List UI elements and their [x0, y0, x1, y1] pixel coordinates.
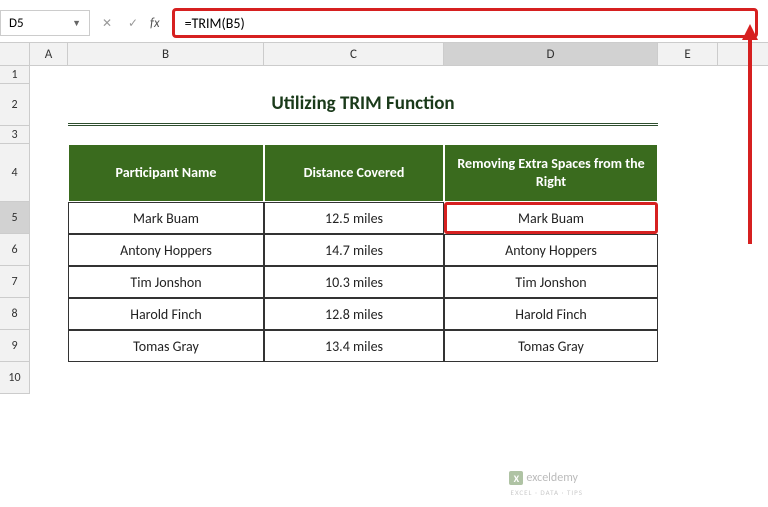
col-header-d[interactable]: D	[444, 43, 658, 65]
header-result[interactable]: Removing Extra Spaces from the Right	[444, 144, 658, 202]
cell-c8[interactable]: 12.8 miles	[264, 298, 444, 330]
cell-d5[interactable]: Mark Buam	[444, 202, 658, 234]
name-box-value: D5	[9, 16, 24, 31]
cell-a8[interactable]	[30, 298, 68, 330]
cell-a10[interactable]	[30, 362, 68, 394]
row-header-7[interactable]: 7	[0, 266, 30, 298]
cell-e5[interactable]	[658, 202, 718, 234]
col-header-e[interactable]: E	[658, 43, 718, 65]
cell-d6[interactable]: Antony Hoppers	[444, 234, 658, 266]
col-header-b[interactable]: B	[68, 43, 264, 65]
cell-d8[interactable]: Harold Finch	[444, 298, 658, 330]
cell-e8[interactable]	[658, 298, 718, 330]
cell-e10[interactable]	[658, 362, 718, 394]
col-header-a[interactable]: A	[30, 43, 68, 65]
cell-c9[interactable]: 13.4 miles	[264, 330, 444, 362]
cell-a2[interactable]	[30, 84, 68, 126]
dropdown-icon[interactable]: ▼	[72, 18, 81, 29]
cell-e3[interactable]	[658, 126, 718, 144]
formula-input[interactable]: =TRIM(B5)	[172, 8, 758, 38]
cancel-icon[interactable]: ✕	[98, 10, 116, 36]
cell-d7[interactable]: Tim Jonshon	[444, 266, 658, 298]
cell-c5[interactable]: 12.5 miles	[264, 202, 444, 234]
row-header-3[interactable]: 3	[0, 126, 30, 144]
cell-e4[interactable]	[658, 144, 718, 202]
cell-b8[interactable]: Harold Finch	[68, 298, 264, 330]
cell-e9[interactable]	[658, 330, 718, 362]
watermark-subtitle: EXCEL · DATA · TIPS	[511, 488, 583, 497]
cell-e6[interactable]	[658, 234, 718, 266]
row-2: 2 Utilizing TRIM Function	[0, 84, 768, 126]
row-7: 7 Tim Jonshon 10.3 miles Tim Jonshon	[0, 266, 768, 298]
cell-a5[interactable]	[30, 202, 68, 234]
select-all-corner[interactable]	[0, 43, 30, 65]
spreadsheet-grid: A B C D E 1 2 Utilizing TRIM Function 3	[0, 42, 768, 394]
row-header-10[interactable]: 10	[0, 362, 30, 394]
cell-b3[interactable]	[68, 126, 264, 144]
cell-a3[interactable]	[30, 126, 68, 144]
cell-b1[interactable]	[68, 66, 264, 84]
cell-d3[interactable]	[444, 126, 658, 144]
col-header-c[interactable]: C	[264, 43, 444, 65]
row-header-4[interactable]: 4	[0, 144, 30, 202]
cell-a1[interactable]	[30, 66, 68, 84]
row-6: 6 Antony Hoppers 14.7 miles Antony Hoppe…	[0, 234, 768, 266]
cell-a7[interactable]	[30, 266, 68, 298]
formula-text: =TRIM(B5)	[185, 15, 245, 32]
cell-e1[interactable]	[658, 66, 718, 84]
title-cell[interactable]: Utilizing TRIM Function	[68, 84, 658, 126]
cell-a9[interactable]	[30, 330, 68, 362]
row-header-5[interactable]: 5	[0, 202, 30, 234]
row-header-9[interactable]: 9	[0, 330, 30, 362]
watermark-x-icon: X	[509, 471, 523, 485]
row-header-6[interactable]: 6	[0, 234, 30, 266]
enter-icon[interactable]: ✓	[124, 10, 142, 36]
row-10: 10	[0, 362, 768, 394]
cell-c6[interactable]: 14.7 miles	[264, 234, 444, 266]
cell-b10[interactable]	[68, 362, 264, 394]
cell-d1[interactable]	[444, 66, 658, 84]
cell-d10[interactable]	[444, 362, 658, 394]
header-participant[interactable]: Participant Name	[68, 144, 264, 202]
row-1: 1	[0, 66, 768, 84]
name-box[interactable]: D5 ▼	[0, 10, 90, 36]
cell-c3[interactable]	[264, 126, 444, 144]
watermark-text: exceldemy	[526, 471, 578, 485]
row-8: 8 Harold Finch 12.8 miles Harold Finch	[0, 298, 768, 330]
cell-b6[interactable]: Antony Hoppers	[68, 234, 264, 266]
cell-e2[interactable]	[658, 84, 718, 126]
row-5: 5 Mark Buam 12.5 miles Mark Buam	[0, 202, 768, 234]
cell-b9[interactable]: Tomas Gray	[68, 330, 264, 362]
fx-icon[interactable]: fx	[150, 16, 160, 31]
watermark-logo: X exceldemy	[509, 471, 578, 485]
header-distance[interactable]: Distance Covered	[264, 144, 444, 202]
cell-c7[interactable]: 10.3 miles	[264, 266, 444, 298]
cell-a6[interactable]	[30, 234, 68, 266]
cell-c1[interactable]	[264, 66, 444, 84]
row-header-1[interactable]: 1	[0, 66, 30, 84]
cell-b7[interactable]: Tim Jonshon	[68, 266, 264, 298]
column-headers: A B C D E	[0, 42, 768, 66]
row-3: 3	[0, 126, 768, 144]
row-header-8[interactable]: 8	[0, 298, 30, 330]
formula-bar: D5 ▼ ✕ ✓ fx =TRIM(B5)	[0, 8, 758, 38]
cell-d9[interactable]: Tomas Gray	[444, 330, 658, 362]
row-4: 4 Participant Name Distance Covered Remo…	[0, 144, 768, 202]
cell-e7[interactable]	[658, 266, 718, 298]
row-9: 9 Tomas Gray 13.4 miles Tomas Gray	[0, 330, 768, 362]
row-header-2[interactable]: 2	[0, 84, 30, 126]
cell-b5[interactable]: Mark Buam	[68, 202, 264, 234]
cell-c10[interactable]	[264, 362, 444, 394]
cell-a4[interactable]	[30, 144, 68, 202]
